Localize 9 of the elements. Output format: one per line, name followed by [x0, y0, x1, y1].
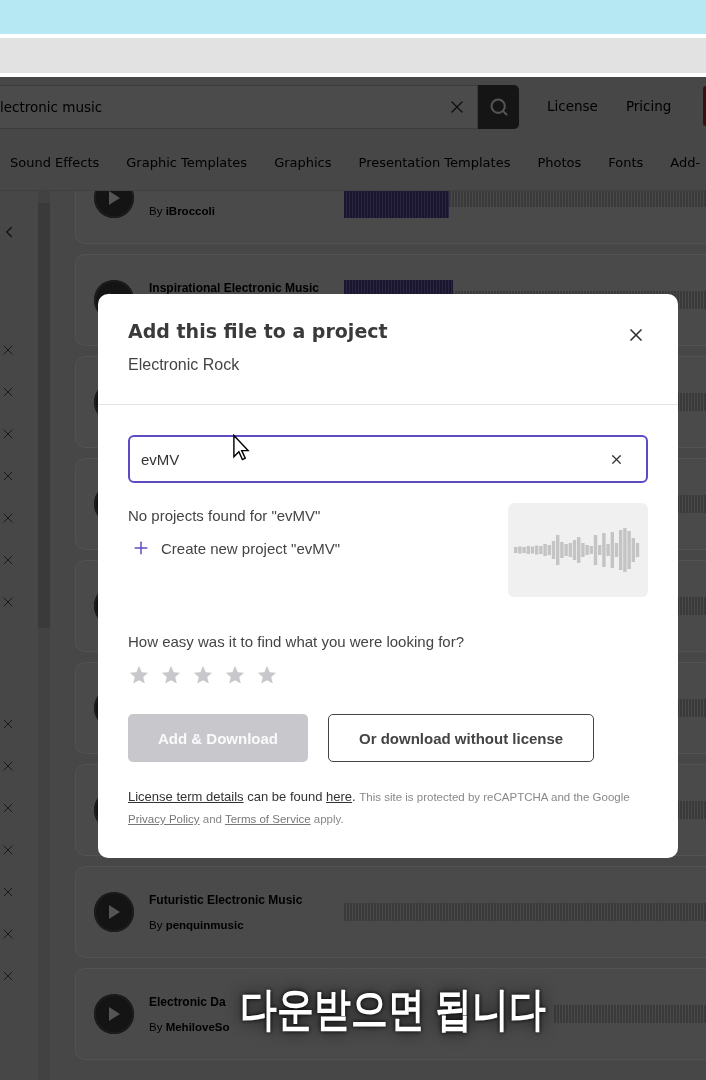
track-author: By iBroccoli — [149, 205, 215, 217]
track-author: By MehiloveSo — [149, 1021, 230, 1033]
dialog-title: Add this file to a project — [128, 320, 388, 342]
footer-text: License term details can be found here. This site is protected by reCAPTCHA and the Google Privacy Policy and Terms of Service apply. — [128, 788, 631, 827]
video-caption: 다운받으면 됩니다 — [240, 982, 547, 1037]
empty-message: No projects found for "evMV" — [128, 507, 321, 524]
rating-question: How easy was it to find what you were looking for? — [128, 633, 464, 650]
file-name: Electronic Rock — [128, 356, 240, 374]
track-author: By penquinmusic — [149, 919, 244, 931]
